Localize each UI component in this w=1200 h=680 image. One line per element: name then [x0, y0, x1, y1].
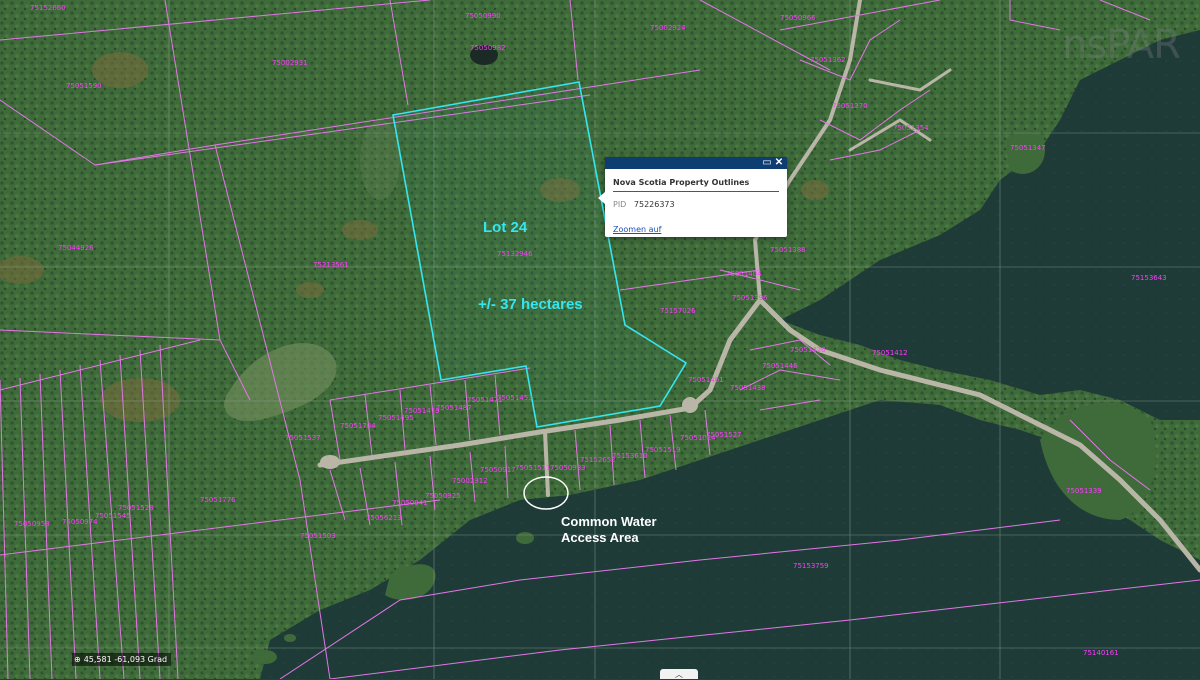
pid-label: 75050933: [550, 464, 586, 472]
pid-label: 75051495: [378, 414, 414, 422]
pid-label: 75051388: [770, 246, 806, 254]
pid-label: 75051519: [645, 446, 681, 454]
pid-label: 75051396: [732, 294, 768, 302]
pid-label: 75152652: [580, 456, 616, 464]
pid-label: 75002912: [452, 477, 488, 485]
cul-de-sac: [682, 397, 698, 413]
pid-label: 75051446: [762, 362, 798, 370]
pid-label: 75051545: [95, 512, 131, 520]
zoom-to-link[interactable]: Zoomen auf: [613, 225, 661, 234]
pid-label: 75002931: [272, 59, 308, 67]
coordinates-text: 45,581 -61,093 Grad: [83, 655, 168, 664]
pid-label: 75051354: [893, 124, 929, 132]
popup-pid-row: PID 75226373: [613, 200, 787, 209]
pid-label: 75132946: [497, 250, 533, 258]
pid-label: 75051404: [726, 270, 762, 278]
pid-value: 75226373: [633, 200, 675, 209]
chevron-up-icon: ︿: [675, 670, 683, 679]
pid-label: 75051590: [66, 82, 102, 90]
lot-area-label: +/- 37 hectares: [478, 296, 583, 313]
pid-label: 75056213: [366, 514, 402, 522]
pid-label: 75051528: [118, 504, 154, 512]
pid-label: 75051487: [436, 404, 472, 412]
pid-label: 75050958: [14, 520, 50, 528]
panel-toggle-button[interactable]: ︿: [660, 669, 698, 679]
lot-name-label: Lot 24: [483, 219, 528, 236]
popup-divider: [613, 191, 779, 192]
pid-label: 75050982: [470, 44, 506, 52]
popup-header: ▭ ✕: [605, 157, 787, 169]
pid-label: 75051503: [300, 532, 336, 540]
pid-label: 75051527: [706, 431, 742, 439]
pid-label: 75050925: [425, 492, 461, 500]
pid-label: 75051784: [340, 422, 376, 430]
pid-label: 75153610: [612, 452, 648, 460]
pid-label: 75051339: [1066, 487, 1102, 495]
pid-label: 75050917: [480, 466, 516, 474]
pid-label: 75152660: [30, 4, 66, 12]
watermark: nsPAR: [1062, 22, 1181, 68]
maximize-icon[interactable]: ▭: [761, 157, 773, 169]
coordinate-readout: ⊕ 45,581 -61,093 Grad: [72, 653, 172, 666]
pid-label: 75051453: [497, 394, 533, 402]
pid-label: 75140161: [1083, 649, 1119, 657]
pid-label: 75050966: [780, 14, 816, 22]
pid-key: PID: [613, 200, 627, 209]
satellite-map[interactable]: 75152660 75050990 75050982 75002931 7505…: [0, 0, 1200, 679]
pid-label: 75153643: [1131, 274, 1167, 282]
water-access-label-line2: Access Area: [561, 530, 639, 545]
pid-label: 75051479: [404, 407, 440, 415]
pid-label: 75051461: [688, 376, 724, 384]
road-turnaround: [320, 455, 340, 469]
pid-label: 75050974: [62, 518, 98, 526]
popup-title: Nova Scotia Property Outlines: [613, 178, 750, 187]
pid-label: 75051412: [872, 349, 908, 357]
water-access-label-line1: Common Water: [561, 514, 657, 529]
identify-popup: ▭ ✕ Nova Scotia Property Outlines PID 75…: [598, 157, 787, 237]
pid-label: 75051362: [810, 56, 846, 64]
pid-label: 75002924: [650, 24, 686, 32]
pid-label: 75051347: [1010, 144, 1046, 152]
pid-label: 75050990: [465, 12, 501, 20]
pid-label: 75051511: [515, 464, 551, 472]
pid-label: 75050941: [392, 499, 428, 507]
crosshair-icon: ⊕: [74, 655, 81, 664]
popup-pointer: [598, 192, 605, 204]
pid-label: 75051370: [832, 102, 868, 110]
pid-label: 75051420: [790, 346, 826, 354]
pid-label: 75051537: [285, 434, 321, 442]
pid-label: 75051438: [730, 384, 766, 392]
pid-label: 75044926: [58, 244, 94, 252]
pid-label: 75157026: [660, 307, 696, 315]
pid-label: 75051776: [200, 496, 236, 504]
pid-label: 75213561: [313, 261, 349, 269]
close-icon[interactable]: ✕: [773, 157, 785, 169]
pid-label: 75153759: [793, 562, 829, 570]
